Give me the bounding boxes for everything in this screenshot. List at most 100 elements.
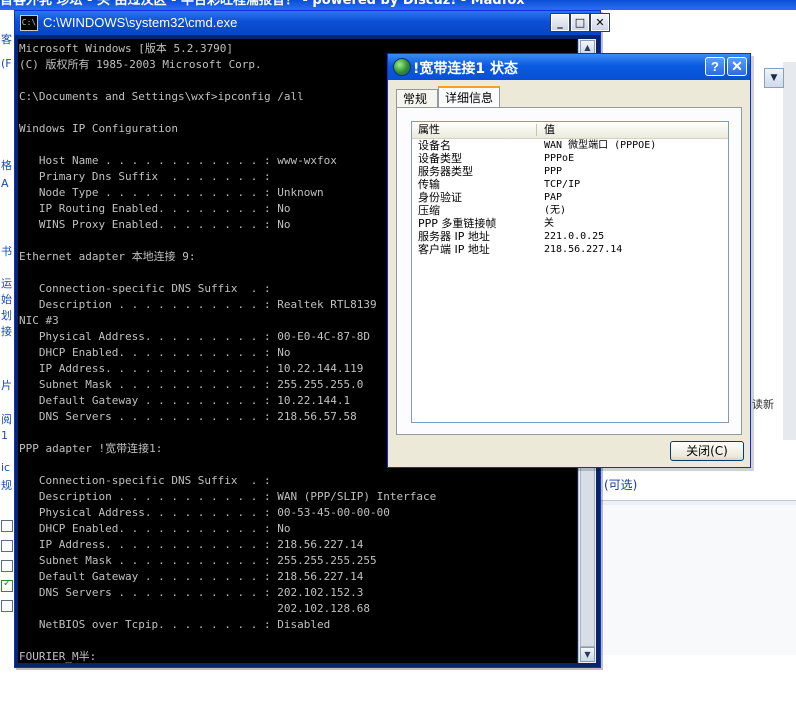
- tab-general[interactable]: 常规: [396, 89, 438, 108]
- console-line: C:\Documents and Settings\wxf>ipconfig /…: [19, 90, 304, 103]
- background-scrollbar[interactable]: [783, 62, 796, 442]
- console-line: NetBIOS over Tcpip. . . . . . . . : Disa…: [19, 618, 331, 631]
- details-tab-panel: 属性 值 设备名 WAN 微型端口 (PPPOE) 设备类型 PPPoE 服务器类型 PP…: [396, 107, 742, 435]
- close-button[interactable]: ✕: [590, 13, 610, 32]
- network-globe-icon: [393, 58, 411, 76]
- console-line: Connection-specific DNS Suffix . :: [19, 282, 271, 295]
- background-checkbox[interactable]: [1, 560, 13, 572]
- console-icon[interactable]: C:\: [20, 15, 38, 31]
- cmd-titlebar[interactable]: C:\ C:\WINDOWS\system32\cmd.exe _ □ ✕: [15, 11, 610, 35]
- background-checkbox[interactable]: [1, 520, 13, 532]
- background-checkbox[interactable]: [1, 540, 13, 552]
- close-dialog-button[interactable]: 关闭(C): [670, 441, 744, 461]
- property-value: 关: [544, 218, 554, 229]
- background-text-fragment: 书: [1, 245, 12, 258]
- property-list[interactable]: 属性 值 设备名 WAN 微型端口 (PPPOE) 设备类型 PPPoE 服务器类型 PP…: [411, 121, 729, 423]
- property-value: WAN 微型端口 (PPPOE): [544, 140, 657, 151]
- console-line: FOURIER_M半:: [19, 650, 97, 663]
- property-row[interactable]: 客户端 IP 地址 218.56.227.14: [412, 243, 728, 256]
- dialog-title: !宽带连接1 状态: [413, 61, 518, 77]
- property-row[interactable]: 身份验证 PAP: [412, 191, 728, 204]
- background-text-fragment: 读新: [752, 398, 774, 411]
- property-rows: 设备名 WAN 微型端口 (PPPOE) 设备类型 PPPoE 服务器类型 PPP 传输 TC…: [412, 139, 728, 256]
- property-name: 设备类型: [418, 152, 462, 165]
- background-text-fragment: 始: [1, 293, 12, 306]
- column-header-property[interactable]: 属性: [418, 122, 440, 138]
- background-text-fragment: 片: [1, 379, 12, 392]
- console-line: NIC #3: [19, 314, 59, 327]
- tab-details[interactable]: 详细信息: [438, 86, 500, 109]
- property-row[interactable]: 压缩 (无): [412, 204, 728, 217]
- background-text-fragment: 格: [1, 159, 12, 172]
- console-line: 202.102.128.68: [19, 602, 370, 615]
- background-text-fragment: 规: [1, 479, 12, 492]
- console-line: Subnet Mask . . . . . . . . . . . : 255.…: [19, 554, 377, 567]
- column-header-value[interactable]: 值: [544, 122, 555, 138]
- property-name: 设备名: [418, 139, 451, 152]
- background-text-fragment: 划: [1, 309, 12, 322]
- property-row[interactable]: 服务器类型 PPP: [412, 165, 728, 178]
- property-value: 218.56.227.14: [544, 244, 623, 255]
- minimize-button[interactable]: _: [550, 13, 570, 32]
- console-line: Connection-specific DNS Suffix . :: [19, 474, 271, 487]
- background-optional-label: (可选): [604, 478, 638, 492]
- console-line: Default Gateway . . . . . . . . . : 218.…: [19, 570, 364, 583]
- property-name: 客户端 IP 地址: [418, 243, 490, 256]
- console-line: Default Gateway . . . . . . . . . : 10.2…: [19, 394, 351, 407]
- console-line: (C) 版权所有 1985-2003 Microsoft Corp.: [19, 58, 262, 71]
- console-line: Physical Address. . . . . . . . . : 00-5…: [19, 506, 390, 519]
- property-value: PPPoE: [544, 153, 575, 164]
- property-row[interactable]: PPP 多重链接帧 关: [412, 217, 728, 230]
- console-line: Primary Dns Suffix . . . . . . . :: [19, 170, 271, 183]
- property-name: 身份验证: [418, 191, 462, 204]
- console-line: DHCP Enabled. . . . . . . . . . . : No: [19, 346, 291, 359]
- background-checkbox[interactable]: [1, 600, 13, 612]
- property-name: PPP 多重链接帧: [418, 217, 497, 230]
- background-text-fragment: 客: [1, 33, 12, 46]
- console-line: Host Name . . . . . . . . . . . . : www-…: [19, 154, 337, 167]
- property-name: 服务器类型: [418, 165, 473, 178]
- property-row[interactable]: 设备类型 PPPoE: [412, 152, 728, 165]
- scroll-down-arrow-icon[interactable]: ▼: [580, 647, 595, 662]
- console-line: WINS Proxy Enabled. . . . . . . . : No: [19, 218, 291, 231]
- column-divider[interactable]: [536, 124, 537, 136]
- console-line: Ethernet adapter 本地连接 9:: [19, 250, 196, 263]
- background-text-fragment: 1: [1, 429, 8, 442]
- property-name: 压缩: [418, 204, 440, 217]
- console-line: Windows IP Configuration: [19, 122, 178, 135]
- property-row[interactable]: 传输 TCP/IP: [412, 178, 728, 191]
- property-row[interactable]: 设备名 WAN 微型端口 (PPPOE): [412, 139, 728, 152]
- background-dropdown-button[interactable]: ▼: [764, 68, 784, 88]
- console-line: Node Type . . . . . . . . . . . . : Unkn…: [19, 186, 324, 199]
- background-text-fragment: (F: [1, 57, 12, 70]
- console-line: DHCP Enabled. . . . . . . . . . . : No: [19, 522, 291, 535]
- console-line: IP Address. . . . . . . . . . . . : 218.…: [19, 538, 364, 551]
- console-line: IP Address. . . . . . . . . . . . : 10.2…: [19, 362, 364, 375]
- console-line: Description . . . . . . . . . . . : WAN …: [19, 490, 437, 503]
- background-text-fragment: 接: [1, 325, 12, 338]
- background-window-title: 首客外乳 珍坛 - 头 由过汶区 - 半台彩旺程濡报音！ - powered b…: [0, 0, 796, 10]
- property-name: 传输: [418, 178, 440, 191]
- console-line: Physical Address. . . . . . . . . : 00-E…: [19, 330, 370, 343]
- property-value: 221.0.0.25: [544, 231, 605, 242]
- console-line: DNS Servers . . . . . . . . . . . : 218.…: [19, 410, 357, 423]
- background-form-area: [600, 505, 796, 655]
- console-line: Microsoft Windows [版本 5.2.3790]: [19, 42, 234, 55]
- property-row[interactable]: 服务器 IP 地址 221.0.0.25: [412, 230, 728, 243]
- background-text-fragment: ic: [1, 461, 11, 474]
- cmd-window-title: C:\WINDOWS\system32\cmd.exe: [43, 15, 238, 30]
- background-text-fragment: A: [1, 177, 9, 190]
- console-line: IP Routing Enabled. . . . . . . . : No: [19, 202, 291, 215]
- background-text-fragment: 阅: [1, 413, 12, 426]
- property-list-header: 属性 值: [412, 122, 728, 139]
- dialog-close-x-button[interactable]: ✕: [727, 57, 747, 76]
- maximize-button[interactable]: □: [570, 13, 590, 32]
- background-checkbox[interactable]: [1, 578, 13, 592]
- dialog-titlebar[interactable]: !宽带连接1 状态 ? ✕: [388, 54, 750, 80]
- connection-status-dialog: !宽带连接1 状态 ? ✕ 常规 详细信息 属性 值 设备名 WAN 微型端口 (…: [387, 53, 751, 468]
- property-name: 服务器 IP 地址: [418, 230, 490, 243]
- property-value: PPP: [544, 166, 563, 177]
- property-value: PAP: [544, 192, 563, 203]
- background-text-fragment: 运: [1, 277, 12, 290]
- help-button[interactable]: ?: [705, 57, 725, 76]
